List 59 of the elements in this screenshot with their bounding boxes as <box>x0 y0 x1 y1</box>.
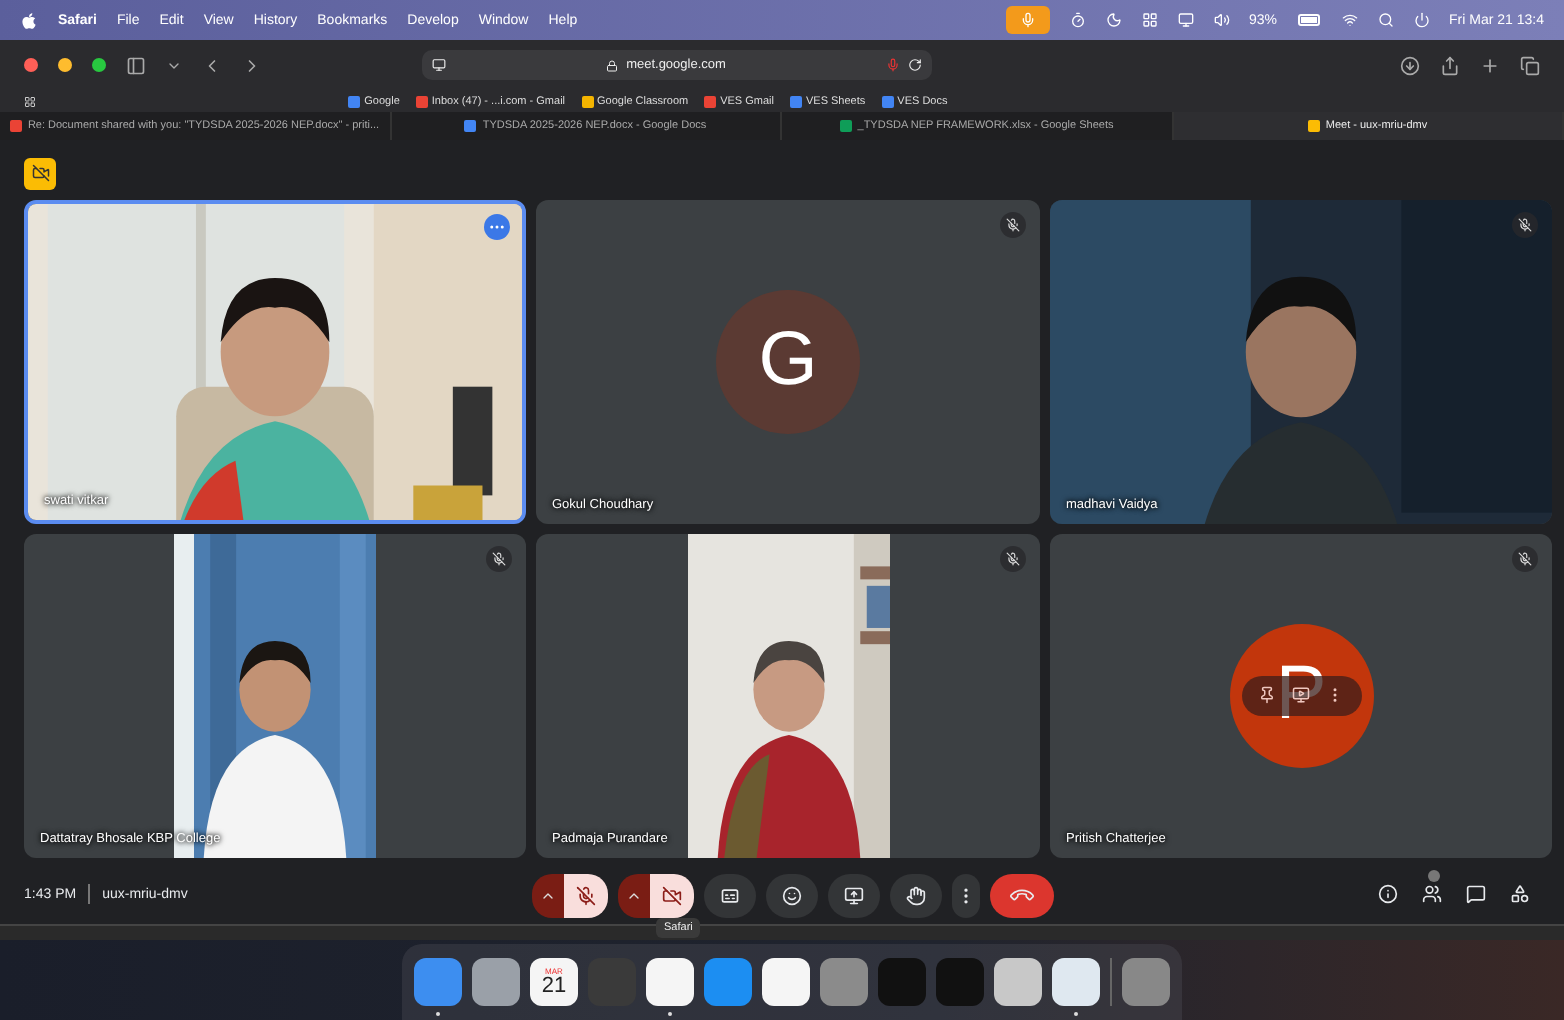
captions-button[interactable] <box>704 873 756 918</box>
apple-icon <box>20 11 38 29</box>
microphone-off-icon <box>1518 551 1532 566</box>
raise-hand-button[interactable] <box>890 873 942 918</box>
present-icon <box>844 885 864 906</box>
new-tab-icon <box>1480 55 1500 75</box>
activities-button[interactable] <box>1510 884 1530 905</box>
more-options-button[interactable] <box>952 873 980 918</box>
page-icon <box>432 58 446 72</box>
microphone-indicator[interactable] <box>1005 6 1050 34</box>
grid-icon <box>24 95 36 107</box>
wifi-icon <box>1341 12 1358 28</box>
reload-icon <box>908 58 922 72</box>
share-icon <box>1440 55 1460 75</box>
microphone-off-icon <box>1006 551 1020 566</box>
display-icon <box>1177 12 1194 28</box>
microphone-off-icon <box>576 885 596 906</box>
control-center-icon <box>1413 12 1430 28</box>
microphone-off-icon <box>1518 217 1532 232</box>
present-button[interactable] <box>828 873 880 918</box>
camera-button[interactable] <box>650 873 694 918</box>
minimize-button[interactable] <box>58 58 72 72</box>
info-button[interactable] <box>1378 884 1398 905</box>
captions-icon <box>720 885 740 906</box>
grid-icon <box>1141 12 1158 28</box>
microphone-off-icon <box>1006 217 1020 232</box>
sidebar-icon <box>126 55 146 75</box>
chat-icon <box>1466 884 1486 905</box>
speaker-icon <box>1213 12 1230 28</box>
chat-button[interactable] <box>1466 884 1486 905</box>
camera-off-icon <box>662 885 682 906</box>
microphone-off-icon <box>492 551 506 566</box>
shapes-icon <box>1510 884 1530 905</box>
raise-hand-icon <box>906 885 926 906</box>
microphone-icon <box>1019 12 1036 28</box>
close-button[interactable] <box>24 58 38 72</box>
leave-call-button[interactable] <box>990 873 1054 918</box>
microphone-icon <box>886 58 900 72</box>
camera-off-icon <box>31 164 49 183</box>
download-icon <box>1400 55 1420 75</box>
people-icon <box>1422 884 1442 905</box>
moon-icon <box>1105 12 1122 28</box>
pin-icon <box>1258 686 1277 705</box>
count-badge <box>1428 870 1440 883</box>
screen-icon <box>1291 686 1310 705</box>
battery-icon <box>1297 14 1322 26</box>
reactions-button[interactable] <box>766 873 818 918</box>
effects-button[interactable] <box>1291 686 1310 705</box>
microphone-button[interactable] <box>564 873 608 918</box>
search-icon <box>1377 12 1394 28</box>
calendar-day: 21 <box>541 975 567 997</box>
reactions-icon <box>782 885 802 906</box>
info-icon <box>1378 884 1398 905</box>
tabs-icon <box>1520 55 1540 75</box>
pin-button[interactable] <box>1258 686 1277 705</box>
avatar: G <box>716 289 860 434</box>
timer-icon <box>1069 12 1086 28</box>
lock-icon <box>606 59 619 71</box>
zoom-button[interactable] <box>92 58 106 72</box>
